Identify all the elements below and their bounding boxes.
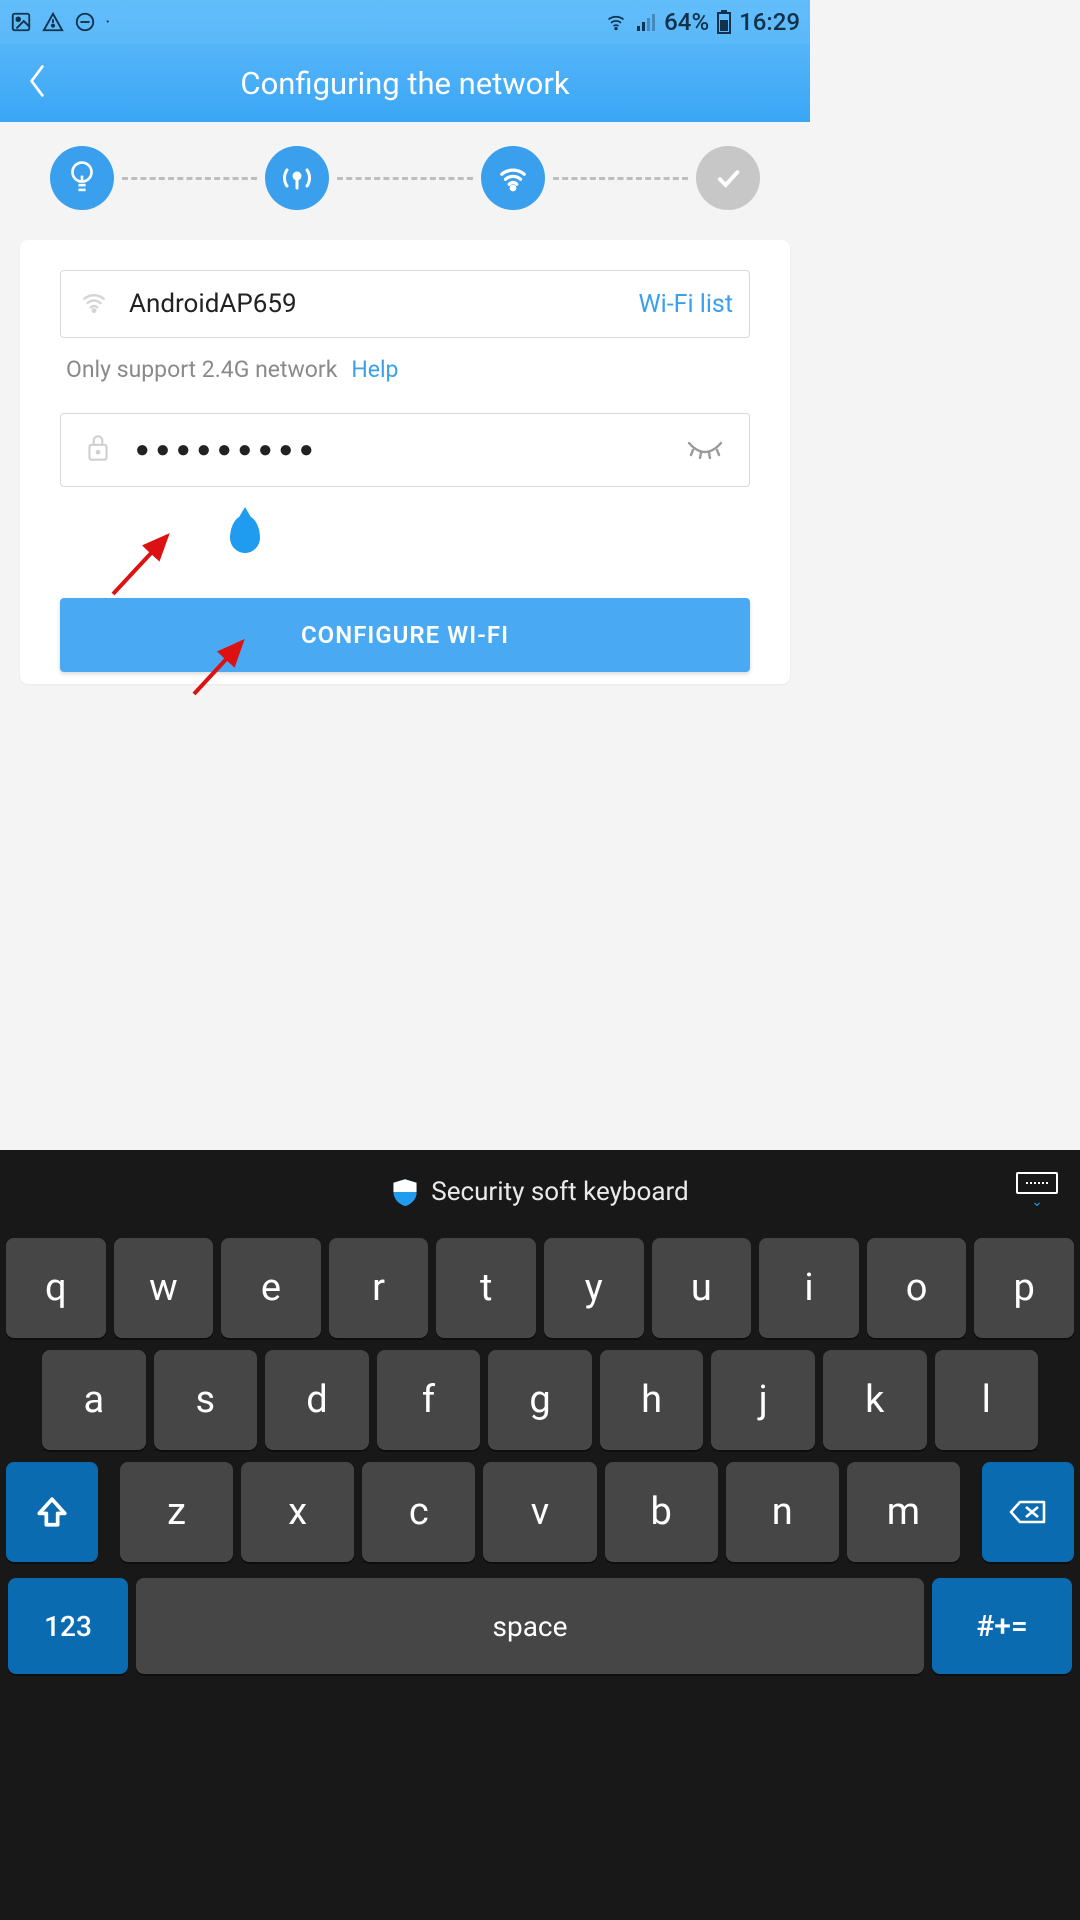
key-j[interactable]: j — [711, 1350, 815, 1450]
key-g[interactable]: g — [488, 1350, 592, 1450]
wifi-icon — [604, 12, 628, 32]
soft-keyboard: Security soft keyboard ⌄ q w e r t y u i… — [0, 1150, 1080, 1920]
text-cursor-handle-icon[interactable] — [230, 515, 260, 553]
app-header: Configuring the network — [0, 44, 810, 122]
page-title: Configuring the network — [0, 65, 810, 102]
dot-icon: • — [106, 17, 109, 28]
content-area: AndroidAP659 Wi-Fi list Only support 2.4… — [0, 122, 810, 670]
network-hint: Only support 2.4G network — [66, 356, 337, 383]
triangle-warning-icon — [42, 11, 64, 33]
keyboard-collapse-icon[interactable]: ⌄ — [1016, 1172, 1058, 1210]
key-c[interactable]: c — [362, 1462, 475, 1562]
shield-icon — [391, 1177, 419, 1207]
key-i[interactable]: i — [759, 1238, 859, 1338]
key-e[interactable]: e — [221, 1238, 321, 1338]
key-s[interactable]: s — [154, 1350, 258, 1450]
key-b[interactable]: b — [605, 1462, 718, 1562]
keyboard-header: Security soft keyboard ⌄ — [0, 1150, 1080, 1234]
step-broadcast-icon — [265, 146, 329, 210]
key-o[interactable]: o — [867, 1238, 967, 1338]
key-h[interactable]: h — [600, 1350, 704, 1450]
key-t[interactable]: t — [436, 1238, 536, 1338]
key-space[interactable]: space — [136, 1578, 924, 1674]
key-a[interactable]: a — [42, 1350, 146, 1450]
step-wifi-icon — [481, 146, 545, 210]
key-p[interactable]: p — [974, 1238, 1074, 1338]
wifi-gray-icon — [77, 289, 111, 319]
key-d[interactable]: d — [265, 1350, 369, 1450]
key-n[interactable]: n — [726, 1462, 839, 1562]
key-f[interactable]: f — [377, 1350, 481, 1450]
key-x[interactable]: x — [241, 1462, 354, 1562]
keyboard-row-1: q w e r t y u i o p — [6, 1238, 1074, 1338]
clock-label: 16:29 — [739, 8, 800, 36]
battery-pct-label: 64% — [664, 8, 709, 36]
key-y[interactable]: y — [544, 1238, 644, 1338]
key-shift[interactable] — [6, 1462, 98, 1562]
keyboard-row-4: 123 space #+= — [6, 1578, 1074, 1674]
key-u[interactable]: u — [652, 1238, 752, 1338]
ssid-value: AndroidAP659 — [129, 289, 620, 319]
picture-icon — [10, 11, 32, 33]
ssid-field[interactable]: AndroidAP659 Wi-Fi list — [60, 270, 750, 338]
key-k[interactable]: k — [823, 1350, 927, 1450]
configure-wifi-button[interactable]: CONFIGURE WI-FI — [60, 598, 750, 672]
back-icon[interactable] — [26, 63, 48, 103]
do-not-disturb-icon — [74, 11, 96, 33]
step-bulb-icon — [50, 146, 114, 210]
annotation-arrow-icon — [105, 522, 185, 602]
key-l[interactable]: l — [935, 1350, 1039, 1450]
key-q[interactable]: q — [6, 1238, 106, 1338]
key-v[interactable]: v — [483, 1462, 596, 1562]
password-field[interactable]: ●●●●●●●●● — [60, 413, 750, 487]
wifi-config-card: AndroidAP659 Wi-Fi list Only support 2.4… — [20, 240, 790, 684]
cellular-signal-icon — [636, 12, 656, 32]
lock-icon — [85, 432, 111, 468]
keyboard-row-2: a s d f g h j k l — [6, 1350, 1074, 1450]
wifi-list-link[interactable]: Wi-Fi list — [638, 290, 733, 319]
key-w[interactable]: w — [114, 1238, 214, 1338]
password-masked-value: ●●●●●●●●● — [135, 436, 661, 464]
eye-closed-icon[interactable] — [685, 437, 725, 463]
step-done-icon — [696, 146, 760, 210]
key-m[interactable]: m — [847, 1462, 960, 1562]
progress-steps — [50, 146, 760, 210]
battery-icon — [717, 10, 731, 34]
key-z[interactable]: z — [120, 1462, 233, 1562]
key-r[interactable]: r — [329, 1238, 429, 1338]
key-symbols[interactable]: #+= — [932, 1578, 1072, 1674]
help-link[interactable]: Help — [351, 356, 398, 383]
configure-wifi-label: CONFIGURE WI-FI — [301, 621, 509, 649]
key-numbers[interactable]: 123 — [8, 1578, 128, 1674]
keyboard-row-3: z x c v b n m — [6, 1462, 1074, 1562]
key-backspace[interactable] — [982, 1462, 1074, 1562]
keyboard-header-label: Security soft keyboard — [431, 1177, 688, 1207]
status-bar: • 64% 16:29 — [0, 0, 810, 44]
